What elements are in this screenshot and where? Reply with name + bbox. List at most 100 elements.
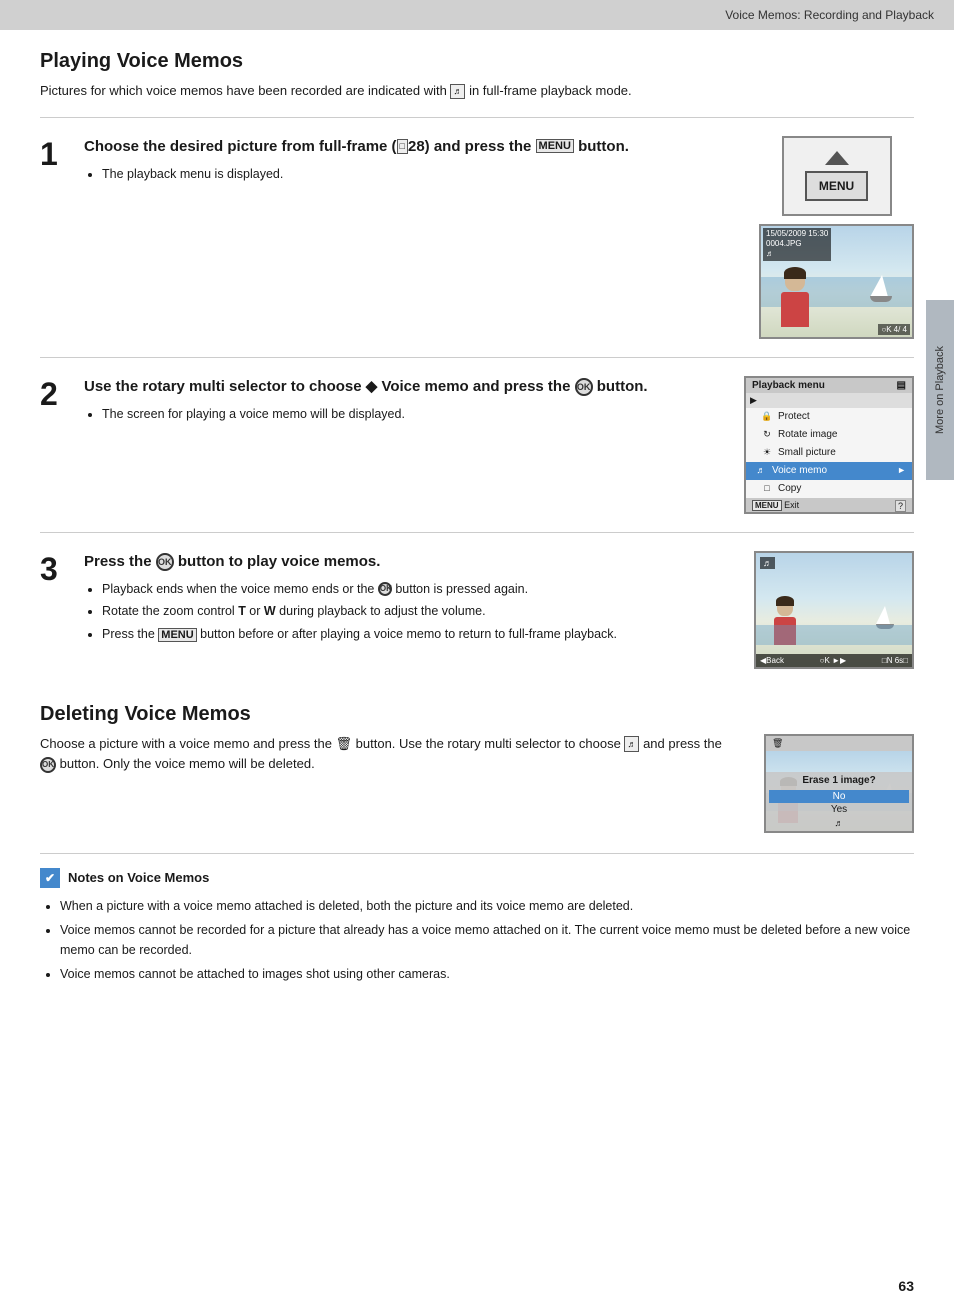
delete-dialog-body: Erase 1 image? No Yes ♬ xyxy=(766,751,912,831)
arrow-icon xyxy=(825,151,849,165)
ok-play-label: ○K ►▶ xyxy=(820,656,846,665)
counter-total: 4 xyxy=(903,325,907,334)
step-3-photo-bg: ♬ xyxy=(756,553,912,667)
step-1-bullets: The playback menu is displayed. xyxy=(84,165,743,184)
step3-person-head xyxy=(777,598,793,616)
menu-keyword-3: MENU xyxy=(158,628,196,642)
playback-menu-screen: Playback menu ▤ ▶ 🔒 Protect ↻ Rotate ima… xyxy=(744,376,914,514)
step3-person-hair xyxy=(776,596,794,606)
playback-menu-play-icon: ▶ xyxy=(746,393,912,408)
voice-memo-indicator-icon: ♬ xyxy=(450,84,465,100)
delete-dialog-box: 🗑 xyxy=(764,734,914,833)
notes-icon: ✔ xyxy=(40,868,60,888)
sail-icon xyxy=(870,275,888,297)
step-2-bullets: The screen for playing a voice memo will… xyxy=(84,405,728,424)
step-1-main: Choose the desired picture from full-fra… xyxy=(84,136,914,339)
step-3-bullet-3: Press the MENU button before or after pl… xyxy=(102,625,738,644)
sidebar-tab: More on Playback xyxy=(926,300,954,480)
step3-water xyxy=(756,625,912,645)
photo-date-overlay: 15/05/2009 15:30 0004.JPG ♬ xyxy=(763,228,831,261)
step-3-playback-footer: ◀Back ○K ►▶ □N 6s□ xyxy=(756,654,912,667)
notes-item-1: When a picture with a voice memo attache… xyxy=(60,896,914,916)
delete-dialog-header: 🗑 xyxy=(766,736,912,751)
section1-intro: Pictures for which voice memos have been… xyxy=(40,81,914,101)
ok-button-delete: OK xyxy=(40,757,56,773)
step-3-photo-screen: ♬ xyxy=(754,551,914,669)
step-2-bullet-1: The screen for playing a voice memo will… xyxy=(102,405,728,424)
step-3-main: Press the OK button to play voice memos.… xyxy=(84,551,914,669)
menu-exit-key: MENU xyxy=(752,500,782,511)
notes-header: ✔ Notes on Voice Memos xyxy=(40,868,914,888)
ok-icon-small: ○K xyxy=(881,325,891,334)
section2-text: Choose a picture with a voice memo and p… xyxy=(40,734,740,776)
photo-counter-overlay: ○K 4/ 4 xyxy=(878,324,910,335)
page-number: 63 xyxy=(898,1278,914,1294)
delete-dialog-overlay: Erase 1 image? No Yes ♬ xyxy=(766,772,912,831)
step-2-main: Use the rotary multi selector to choose … xyxy=(84,376,914,514)
step-2-heading: Use the rotary multi selector to choose … xyxy=(84,376,728,397)
person-body xyxy=(781,292,809,327)
delete-option-no[interactable]: No xyxy=(769,790,909,803)
section2-body: Choose a picture with a voice memo and p… xyxy=(40,734,914,833)
step-2-number: 2 xyxy=(40,378,68,410)
notes-title: Notes on Voice Memos xyxy=(68,870,209,885)
step-3-bullets: Playback ends when the voice memo ends o… xyxy=(84,580,738,644)
section1-title: Playing Voice Memos xyxy=(40,50,914,73)
voice-icon-badge: ♬ xyxy=(766,249,828,259)
step-1-bullet-1: The playback menu is displayed. xyxy=(102,165,743,184)
small-picture-icon: ☀ xyxy=(760,446,774,459)
playback-menu-footer: MENU Exit ? xyxy=(746,498,912,512)
person-figure xyxy=(781,269,809,327)
step-2-text: Use the rotary multi selector to choose … xyxy=(84,376,728,428)
ok-button-inline: OK xyxy=(575,378,593,396)
ok-button-step3: OK xyxy=(156,553,174,571)
section2: Deleting Voice Memos Choose a picture wi… xyxy=(40,687,914,833)
voice-playing-icon: ♬ xyxy=(760,557,775,569)
step-3-bullet-2: Rotate the zoom control T or W during pl… xyxy=(102,602,738,621)
voice-memo-bold: Voice memo xyxy=(381,378,468,395)
playback-menu-title: Playback menu ▤ xyxy=(746,378,912,393)
menu-keyword-1: MENU xyxy=(536,139,574,153)
step-1-content: Choose the desired picture from full-fra… xyxy=(84,136,914,339)
protect-icon: 🔒 xyxy=(760,410,774,423)
step-1-number: 1 xyxy=(40,138,68,170)
counter-display: 4/ 4 xyxy=(894,325,907,334)
page-header: Voice Memos: Recording and Playback xyxy=(0,0,954,30)
step-3-content: Press the OK button to play voice memos.… xyxy=(84,551,914,669)
playback-menu-item-small[interactable]: ☀ Small picture xyxy=(746,444,912,462)
notes-item-2: Voice memos cannot be recorded for a pic… xyxy=(60,920,914,960)
step-1: 1 Choose the desired picture from full-f… xyxy=(40,117,914,357)
step-3-heading: Press the OK button to play voice memos. xyxy=(84,551,738,572)
sailboat-decoration xyxy=(870,275,892,302)
help-icon: ? xyxy=(895,500,906,512)
notes-section: ✔ Notes on Voice Memos When a picture wi… xyxy=(40,853,914,984)
section2-title: Deleting Voice Memos xyxy=(40,703,914,726)
submenu-arrow: ► xyxy=(897,464,906,477)
step-2: 2 Use the rotary multi selector to choos… xyxy=(40,357,914,532)
back-button-label: ◀Back xyxy=(760,656,784,665)
page-header-title: Voice Memos: Recording and Playback xyxy=(725,8,934,22)
step-1-heading: Choose the desired picture from full-fra… xyxy=(84,136,743,157)
erase-prompt: Erase 1 image? xyxy=(769,775,909,786)
book-icon: □ xyxy=(397,139,408,154)
delete-option-yes[interactable]: Yes xyxy=(769,803,909,816)
voice-indicator-bottom: ♬ xyxy=(769,818,909,828)
trash-icon-header: 🗑 xyxy=(772,738,783,749)
menu-button-display: MENU xyxy=(805,171,868,201)
step2-delete-dialog: 🗑 xyxy=(764,734,914,833)
copy-icon: □ xyxy=(760,482,774,495)
step-1-photo-display: 15/05/2009 15:30 0004.JPG ♬ ○K 4/ 4 xyxy=(759,224,914,339)
person-hair xyxy=(784,267,806,279)
playback-menu-item-protect[interactable]: 🔒 Protect xyxy=(746,408,912,426)
playback-menu-item-rotate[interactable]: ↻ Rotate image xyxy=(746,426,912,444)
voice-icon: ♬ xyxy=(754,464,768,477)
step-3-number: 3 xyxy=(40,553,68,585)
menu-bar-icon: ▤ xyxy=(897,380,906,391)
page-content: Playing Voice Memos Pictures for which v… xyxy=(0,30,954,1008)
step3-sail xyxy=(876,606,890,624)
voice-indicator-icon: ♬ xyxy=(624,736,639,752)
playback-menu-item-copy[interactable]: □ Copy xyxy=(746,480,912,498)
boat-hull xyxy=(870,296,892,302)
playback-menu-item-voice[interactable]: ♬ Voice memo ► xyxy=(746,462,912,480)
step-3-text: Press the OK button to play voice memos.… xyxy=(84,551,738,648)
